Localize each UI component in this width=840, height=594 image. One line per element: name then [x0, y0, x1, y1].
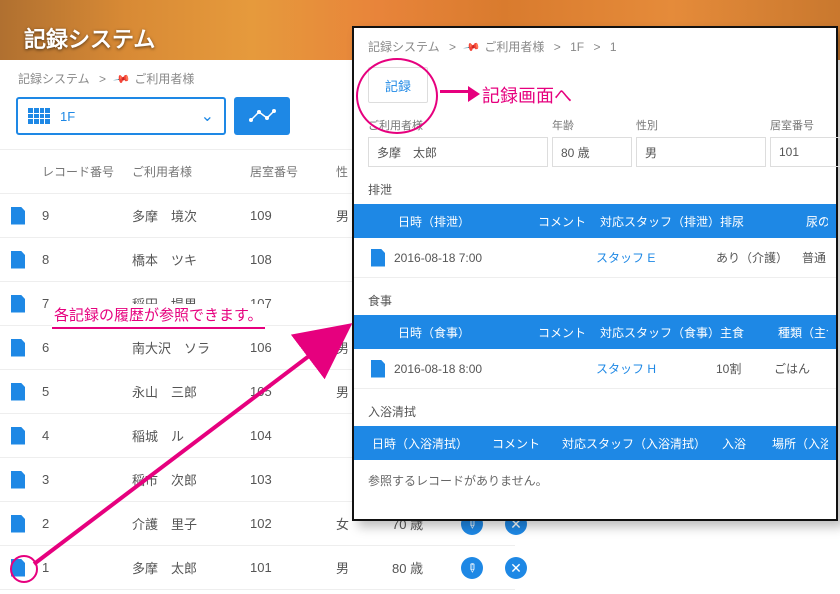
col-room[interactable]: 居室番号	[244, 163, 330, 180]
col-user[interactable]: ご利用者様	[126, 163, 244, 180]
user-label: ご利用者様	[368, 117, 548, 133]
user-value: 多摩 太郎	[368, 137, 548, 167]
record-icon[interactable]	[11, 207, 25, 225]
pencil-icon: ✎	[463, 559, 480, 576]
room-label: 居室番号	[770, 117, 840, 133]
staff-link[interactable]: スタッフ H	[596, 360, 716, 377]
detail-popup: 記録システム > 📌 ご利用者様 > 1F > 1 記録 ご利用者様 多摩 太郎…	[352, 26, 838, 521]
record-icon[interactable]	[11, 251, 25, 269]
record-icon[interactable]	[11, 427, 25, 445]
record-icon[interactable]	[11, 515, 25, 533]
grid-icon	[28, 108, 50, 124]
haisetsu-header: 日時（排泄） コメント 対応スタッフ（排泄） 排尿 尿の状態	[354, 204, 836, 238]
section-haisetsu: 排泄	[354, 167, 836, 204]
chart-line-icon	[248, 107, 276, 125]
hint-text: 各記録の履歴が参照できます。	[52, 304, 265, 329]
record-icon[interactable]	[11, 339, 25, 357]
edit-button[interactable]: ✎	[461, 557, 483, 579]
floor-select[interactable]: 1F ⌄	[16, 97, 226, 135]
pin-icon: 📌	[113, 70, 132, 89]
user-info-row: ご利用者様 多摩 太郎 年齢 80 歳 性別 男 居室番号 101	[354, 117, 836, 167]
shokuji-header: 日時（食事） コメント 対応スタッフ（食事） 主食 種類（主食）	[354, 315, 836, 349]
record-icon[interactable]	[371, 360, 385, 378]
record-icon[interactable]	[11, 471, 25, 489]
chevron-down-icon: ⌄	[201, 106, 214, 126]
room-value: 101	[770, 137, 840, 167]
breadcrumb-app[interactable]: 記録システム	[18, 72, 90, 86]
col-record-no[interactable]: レコード番号	[36, 163, 126, 180]
record-icon[interactable]	[371, 249, 385, 267]
close-icon: ✕	[510, 561, 522, 575]
record-icon[interactable]	[11, 559, 25, 577]
record-icon[interactable]	[11, 383, 25, 401]
staff-link[interactable]: スタッフ E	[596, 249, 716, 266]
record-icon[interactable]	[11, 295, 25, 313]
pin-icon: 📌	[463, 38, 482, 57]
section-nyuyoku: 入浴清拭	[354, 389, 836, 426]
chart-button[interactable]	[234, 97, 290, 135]
floor-value: 1F	[60, 109, 75, 124]
breadcrumb-page[interactable]: ご利用者様	[134, 72, 194, 86]
annotation-arrow-right	[440, 90, 470, 93]
shokuji-row[interactable]: 2016-08-18 8:00 スタッフ H 10割 ごはん	[354, 349, 836, 389]
table-row[interactable]: 1 多摩 太郎 101 男 80 歳 ✎ ✕	[0, 546, 515, 590]
delete-button[interactable]: ✕	[505, 557, 527, 579]
kiroku-button[interactable]: 記録	[368, 67, 428, 103]
nyuyoku-header: 日時（入浴清拭） コメント 対応スタッフ（入浴清拭） 入浴 場所（入浴清拭）	[354, 426, 836, 460]
section-shokuji: 食事	[354, 278, 836, 315]
gender-label: 性別	[636, 117, 766, 133]
age-label: 年齢	[552, 117, 632, 133]
gender-value: 男	[636, 137, 766, 167]
annotation-label: 記録画面へ	[482, 82, 572, 108]
app-title: 記録システム	[24, 22, 155, 54]
popup-breadcrumb: 記録システム > 📌 ご利用者様 > 1F > 1	[354, 28, 836, 65]
nyuyoku-empty: 参照するレコードがありません。	[354, 460, 836, 501]
age-value: 80 歳	[552, 137, 632, 167]
haisetsu-row[interactable]: 2016-08-18 7:00 スタッフ E あり（介護） 普通	[354, 238, 836, 278]
